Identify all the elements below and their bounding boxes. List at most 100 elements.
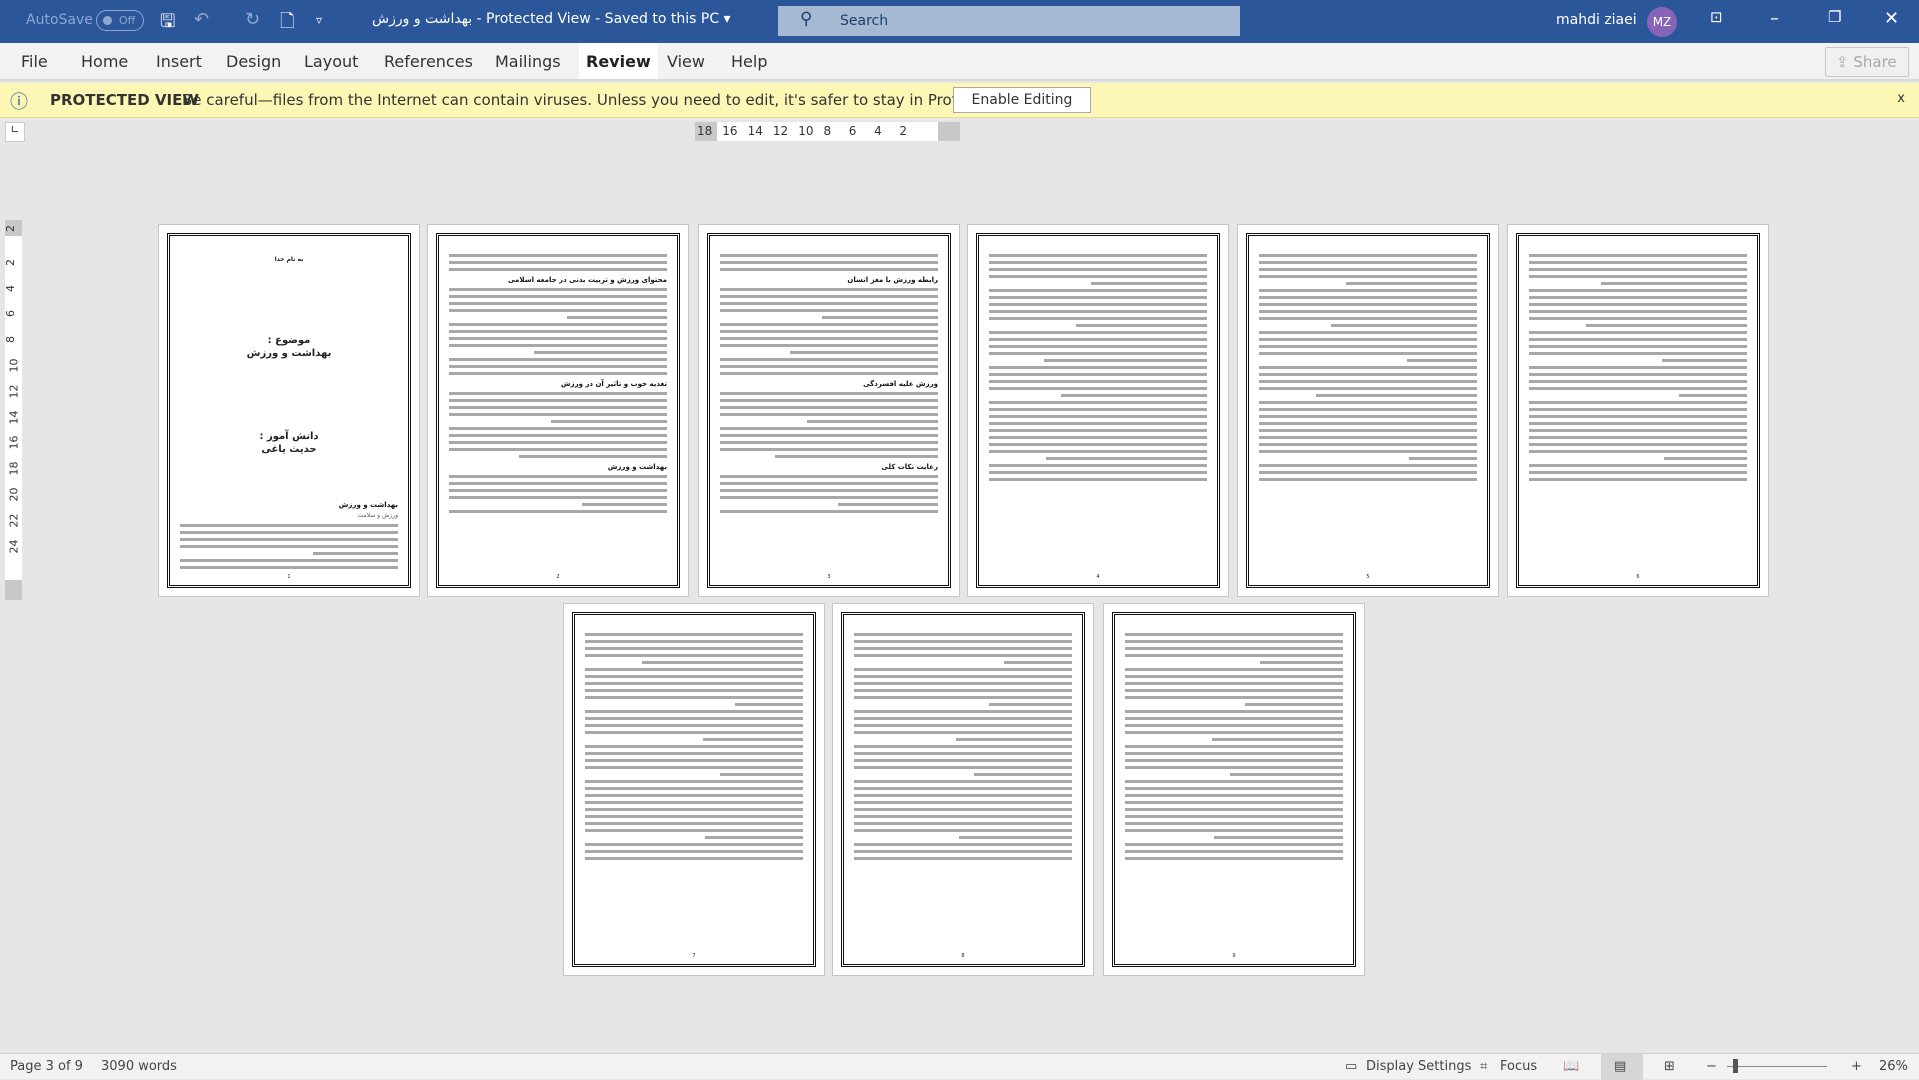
- text-line: [1125, 654, 1343, 657]
- autosave-toggle[interactable]: Off: [96, 10, 144, 31]
- document-title[interactable]: بهداشت و ورزش - Protected View - Saved t…: [372, 11, 731, 27]
- text-line: [720, 365, 938, 368]
- text-line: [1259, 380, 1477, 383]
- text-line: [585, 815, 803, 818]
- tab-home[interactable]: Home: [81, 52, 128, 71]
- zoom-level[interactable]: 26%: [1879, 1059, 1908, 1074]
- text-line: [1043, 359, 1207, 362]
- text-line: [774, 455, 938, 458]
- text-line: [449, 344, 667, 347]
- undo-icon[interactable]: ↶: [194, 9, 209, 30]
- read-mode-icon[interactable]: 📖: [1563, 1059, 1579, 1074]
- page-count[interactable]: Page 3 of 9: [10, 1059, 83, 1074]
- text-line: [1045, 457, 1207, 460]
- zoom-out-button[interactable]: −: [1706, 1059, 1717, 1074]
- tab-insert[interactable]: Insert: [156, 52, 202, 71]
- web-layout-icon[interactable]: ⊞: [1664, 1059, 1675, 1074]
- protected-view-bar: ⓘ PROTECTED VIEW Be careful—files from t…: [0, 83, 1919, 118]
- page-5[interactable]: 5: [1237, 224, 1499, 597]
- page-7[interactable]: 7: [563, 603, 825, 976]
- text-line: [1529, 408, 1747, 411]
- tab-view[interactable]: View: [667, 52, 705, 71]
- new-document-icon[interactable]: 🗋: [280, 9, 294, 39]
- redo-icon[interactable]: ↻: [245, 9, 260, 30]
- share-button[interactable]: ⇪ Share: [1825, 47, 1909, 77]
- page-2[interactable]: محتوای ورزش و تربیت بدنی در جامعه اسلامی…: [427, 224, 689, 597]
- text-line: [449, 337, 667, 340]
- text-line: [1125, 675, 1343, 678]
- text-line: [807, 420, 938, 423]
- text-line: [585, 822, 803, 825]
- save-icon[interactable]: 🖫: [160, 9, 175, 39]
- print-layout-icon[interactable]: ▤: [1614, 1059, 1626, 1074]
- avatar[interactable]: MZ: [1647, 7, 1677, 37]
- text-line: [854, 710, 1072, 713]
- text-line: [312, 552, 398, 555]
- text-line: [720, 254, 938, 257]
- search-box[interactable]: ⚲ Search: [778, 6, 1240, 36]
- text-line: [1259, 450, 1477, 453]
- text-line: [449, 288, 667, 291]
- close-icon[interactable]: ✕: [1884, 8, 1899, 29]
- tab-layout[interactable]: Layout: [304, 52, 358, 71]
- text-line: [1259, 296, 1477, 299]
- text-line: [1529, 352, 1747, 355]
- text-line: [989, 289, 1207, 292]
- text-line: [854, 731, 1072, 734]
- text-line: [585, 780, 803, 783]
- text-line: [1585, 324, 1747, 327]
- page-4[interactable]: 4: [967, 224, 1229, 597]
- text-line: [1229, 773, 1343, 776]
- page-number: 2: [556, 574, 560, 580]
- zoom-slider-thumb[interactable]: [1733, 1059, 1738, 1073]
- tab-mailings[interactable]: Mailings: [495, 52, 561, 71]
- word-count[interactable]: 3090 words: [101, 1059, 177, 1074]
- focus-button[interactable]: Focus: [1500, 1059, 1537, 1074]
- tab-help[interactable]: Help: [731, 52, 767, 71]
- tab-design[interactable]: Design: [226, 52, 281, 71]
- text-line: [449, 413, 667, 416]
- zoom-slider[interactable]: [1727, 1066, 1827, 1067]
- text-line: [989, 436, 1207, 439]
- tab-references[interactable]: References: [384, 52, 473, 71]
- text-line: [566, 316, 667, 319]
- tab-file[interactable]: File: [21, 52, 48, 71]
- text-line: [1529, 380, 1747, 383]
- text-line: [720, 337, 938, 340]
- tab-review[interactable]: Review: [579, 43, 658, 79]
- minimize-icon[interactable]: –: [1770, 8, 1779, 29]
- tab-selector[interactable]: ∟: [5, 122, 25, 142]
- text-line: [585, 724, 803, 727]
- page-8[interactable]: 8: [832, 603, 1094, 976]
- text-line: [989, 401, 1207, 404]
- text-line: [1529, 366, 1747, 369]
- ribbon-display-icon[interactable]: ⊡: [1710, 8, 1723, 26]
- page-3[interactable]: رابطه ورزش با مغز انسان ورزش علیه افسردگی…: [698, 224, 960, 597]
- text-line: [449, 365, 667, 368]
- enable-editing-button[interactable]: Enable Editing: [953, 87, 1091, 113]
- user-name[interactable]: mahdi ziaei: [1556, 12, 1637, 28]
- text-line: [720, 427, 938, 430]
- vertical-ruler[interactable]: 2 2 4 6 8 10 12 14 16 18 20 22 24: [4, 220, 22, 600]
- restore-icon[interactable]: ❐: [1828, 8, 1841, 26]
- text-line: [958, 836, 1072, 839]
- ruler-tick-label: 8: [4, 336, 17, 344]
- ruler-tick-label: 4: [874, 124, 882, 138]
- text-line: [585, 857, 803, 860]
- text-line: [854, 752, 1072, 755]
- page-1[interactable]: به نام خدا موضوع : بهداشت و ورزش دانش آموز …: [158, 224, 420, 597]
- display-settings-button[interactable]: Display Settings: [1366, 1059, 1471, 1074]
- text-line: [989, 310, 1207, 313]
- text-line: [449, 358, 667, 361]
- horizontal-ruler[interactable]: 18 16 14 12 10 8 6 4 2: [695, 122, 960, 141]
- page-6[interactable]: 6: [1507, 224, 1769, 597]
- text-line: [585, 752, 803, 755]
- customize-toolbar-icon[interactable]: ▿: [316, 13, 322, 27]
- text-line: [641, 661, 803, 664]
- close-bar-icon[interactable]: x: [1897, 91, 1905, 106]
- zoom-in-button[interactable]: +: [1851, 1059, 1862, 1074]
- text-line: [989, 387, 1207, 390]
- page-9[interactable]: 9: [1103, 603, 1365, 976]
- text-line: [1529, 275, 1747, 278]
- text-line: [854, 759, 1072, 762]
